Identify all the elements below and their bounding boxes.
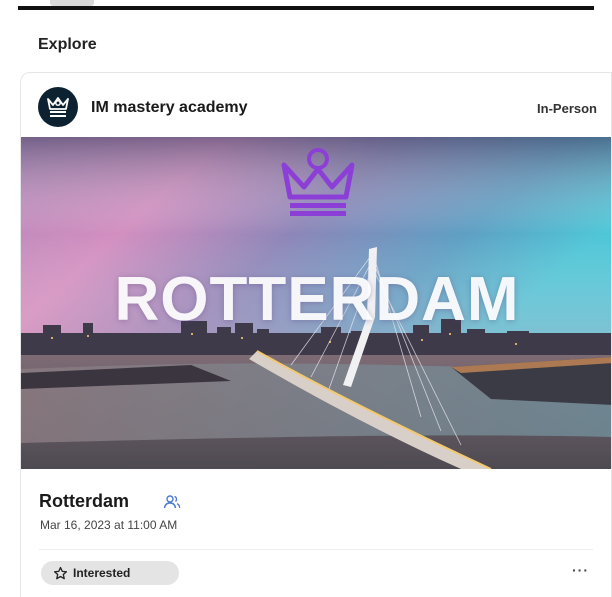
organizer-avatar[interactable] — [38, 87, 78, 127]
more-icon[interactable]: ··· — [572, 562, 589, 578]
event-banner[interactable]: ROTTERDAM — [21, 137, 611, 469]
interested-label: Interested — [73, 566, 131, 580]
top-bar — [0, 0, 612, 10]
star-icon — [53, 566, 68, 579]
banner-title: ROTTERDAM — [114, 265, 520, 334]
event-card[interactable]: IM mastery academy In-Person ROTTERDAM R… — [20, 72, 612, 597]
divider — [39, 549, 593, 550]
card-header: IM mastery academy In-Person — [21, 73, 611, 137]
event-title[interactable]: Rotterdam — [39, 491, 129, 512]
interested-button[interactable]: Interested — [41, 561, 179, 585]
event-type-label: In-Person — [537, 101, 597, 116]
organizer-name[interactable]: IM mastery academy — [91, 99, 248, 117]
crown-logo-icon — [281, 148, 355, 216]
section-title: Explore — [38, 36, 97, 53]
people-icon[interactable] — [163, 494, 181, 510]
event-date: Mar 16, 2023 at 11:00 AM — [40, 518, 178, 532]
crown-logo-icon — [47, 97, 69, 117]
top-divider — [18, 6, 594, 10]
